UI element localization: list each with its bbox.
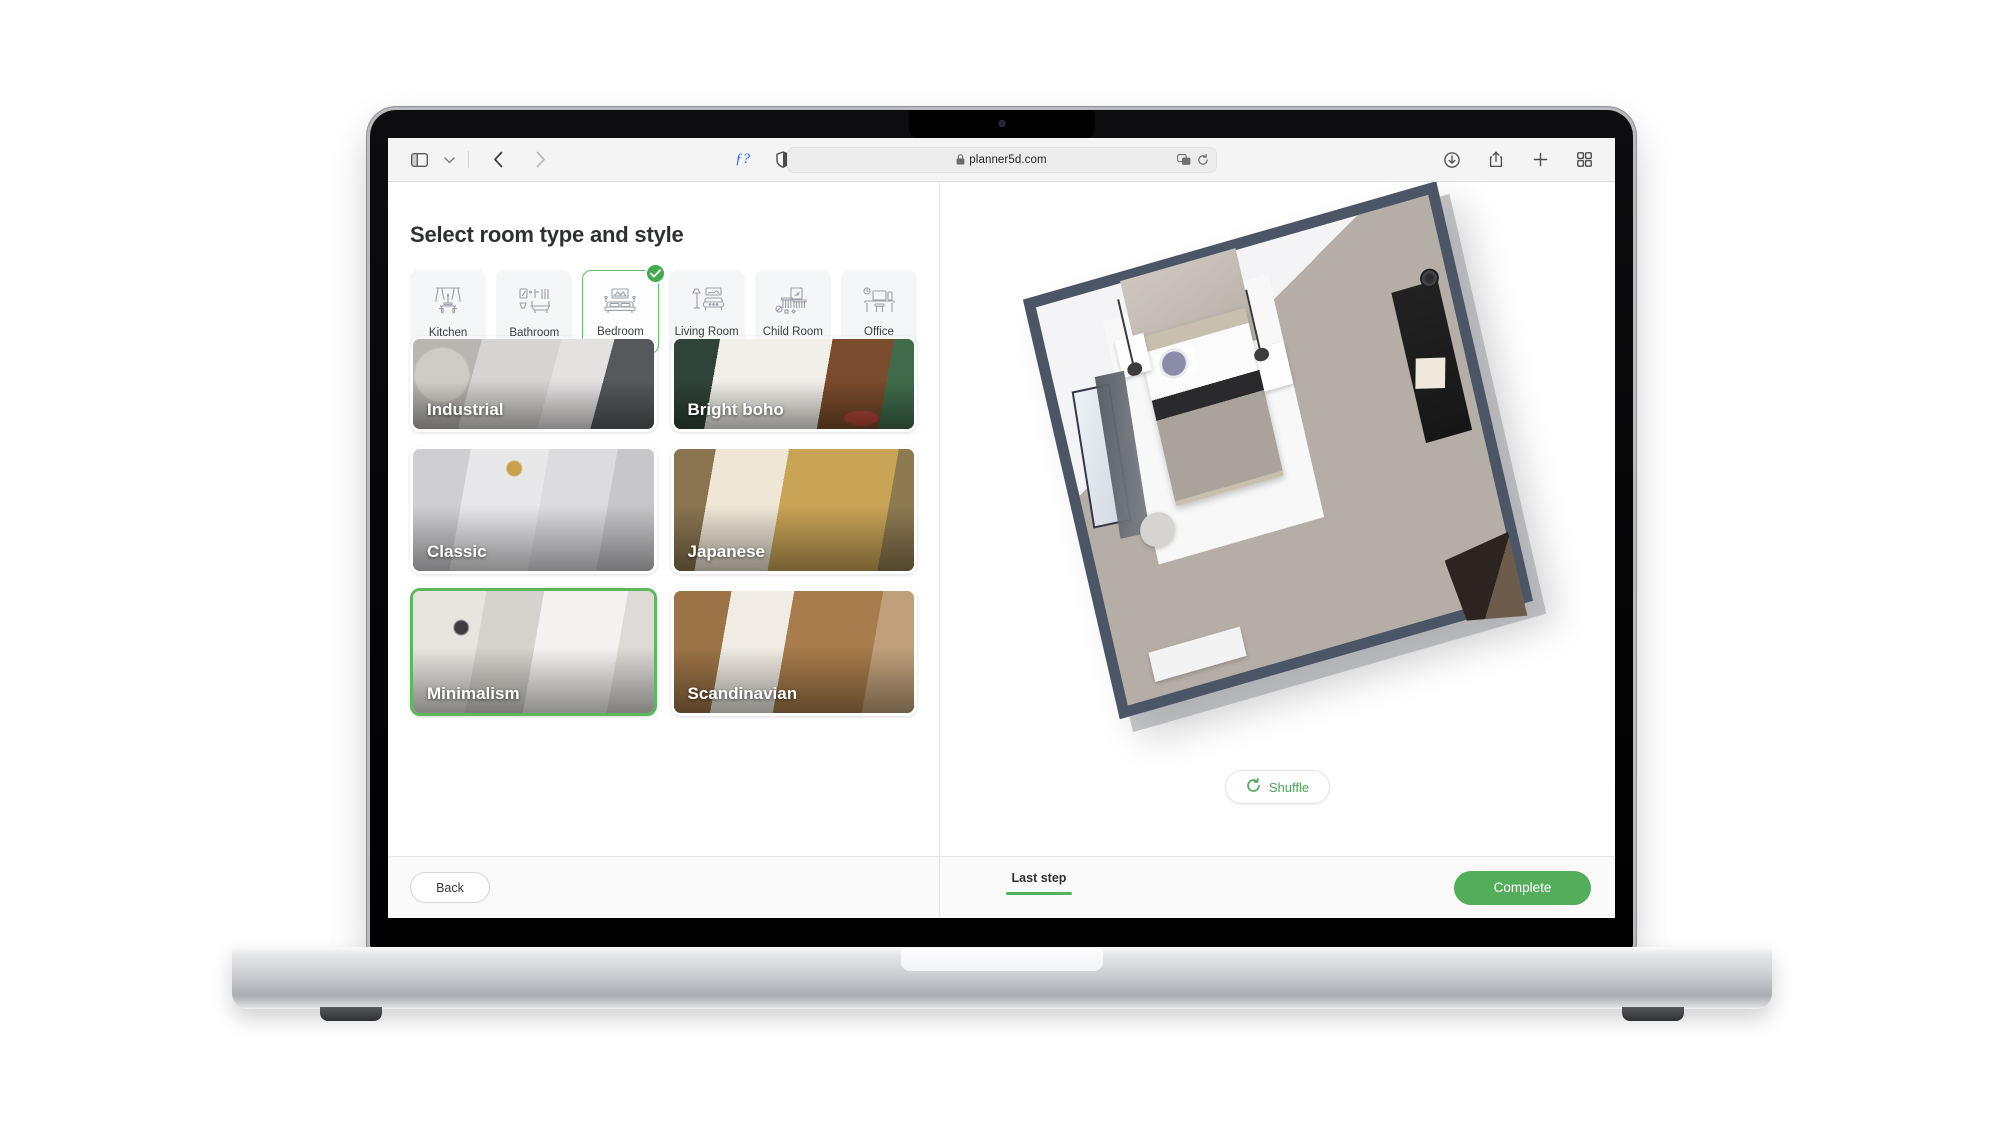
downloads-icon[interactable] (1437, 146, 1467, 174)
laptop-foot-right (1622, 1007, 1684, 1021)
chevron-down-icon[interactable] (434, 146, 464, 174)
browser-toolbar: ƒ? planner5d.com (388, 138, 1615, 182)
step-label: Last step (1011, 871, 1067, 885)
sidebar-toggle-icon[interactable] (404, 146, 434, 174)
preview-panel: Shuffle Last step Complete (940, 182, 1615, 918)
page-title: Select room type and style (410, 222, 684, 247)
style-card-label: Industrial (427, 400, 504, 419)
room-3d-render (1022, 182, 1533, 720)
style-card-bright-boho[interactable]: Bright boho (671, 336, 918, 432)
style-card-label: Japanese (687, 542, 766, 561)
office-icon (861, 286, 896, 320)
laptop-screen: ƒ? planner5d.com Select room type and st… (388, 138, 1615, 918)
shuffle-area: Shuffle (940, 770, 1615, 856)
url-host: planner5d.com (969, 153, 1047, 166)
wizard-footer: Last step Complete (940, 856, 1615, 918)
back-button[interactable]: Back (410, 872, 490, 903)
toolbar-divider (468, 151, 469, 168)
translate-icon[interactable] (1176, 153, 1191, 166)
laptop-foot-left (320, 1007, 382, 1021)
laptop-frame: ƒ? planner5d.com Select room type and st… (370, 110, 1633, 950)
browser-forward-icon[interactable] (525, 146, 555, 174)
tab-overview-icon[interactable] (1569, 146, 1599, 174)
bedroom-icon (602, 287, 638, 320)
child-room-icon (775, 286, 810, 320)
style-card-label: Classic (427, 542, 487, 561)
lock-icon (956, 154, 965, 165)
address-bar[interactable]: planner5d.com (786, 146, 1217, 173)
refresh-icon (1246, 777, 1261, 796)
style-card-industrial[interactable]: Industrial (410, 336, 657, 432)
style-card-label: Bright boho (687, 400, 784, 419)
laptop-base-notch (901, 947, 1103, 971)
style-grid: Industrial Bright boho Classic Japanese … (410, 339, 918, 716)
shuffle-label: Shuffle (1268, 779, 1310, 795)
room-3d-viewport[interactable] (940, 182, 1615, 770)
step-indicator[interactable]: Last step (1006, 871, 1072, 895)
screenshot-root: ƒ? planner5d.com Select room type and st… (0, 0, 2000, 1143)
bathroom-icon (517, 286, 551, 321)
style-card-minimalism[interactable]: Minimalism (410, 588, 657, 716)
address-bar-text: planner5d.com (956, 153, 1047, 166)
page-format-icon[interactable]: ƒ? (735, 151, 750, 168)
toolbar-center-group: ƒ? planner5d.com (388, 138, 1615, 181)
shuffle-button[interactable]: Shuffle (1224, 770, 1331, 804)
toolbar-right-group (1437, 146, 1599, 174)
app-container: Select room type and style Kitchen Bathr… (388, 182, 1615, 918)
style-card-japanese[interactable]: Japanese (671, 446, 918, 574)
reload-icon[interactable] (1197, 153, 1209, 166)
style-card-scandinavian[interactable]: Scandinavian (671, 588, 918, 716)
configurator-panel: Select room type and style Kitchen Bathr… (388, 182, 940, 918)
kitchen-icon (431, 286, 465, 321)
panel-scroll-area[interactable]: Select room type and style Kitchen Bathr… (388, 182, 939, 856)
laptop-camera-icon (998, 120, 1005, 127)
complete-button[interactable]: Complete (1454, 870, 1591, 905)
address-bar-actions (1176, 148, 1209, 172)
style-card-label: Scandinavian (687, 684, 798, 703)
living-room-icon (689, 286, 725, 320)
selected-check-icon (644, 263, 666, 284)
panel-footer: Back (388, 856, 939, 918)
laptop-base (232, 947, 1772, 1021)
new-tab-icon[interactable] (1525, 146, 1555, 174)
room-desk-papers (1414, 357, 1445, 389)
browser-back-icon[interactable] (483, 146, 513, 174)
style-card-classic[interactable]: Classic (410, 446, 657, 574)
share-icon[interactable] (1481, 146, 1511, 174)
style-card-label: Minimalism (427, 684, 520, 703)
step-progress-underline (1006, 892, 1072, 895)
